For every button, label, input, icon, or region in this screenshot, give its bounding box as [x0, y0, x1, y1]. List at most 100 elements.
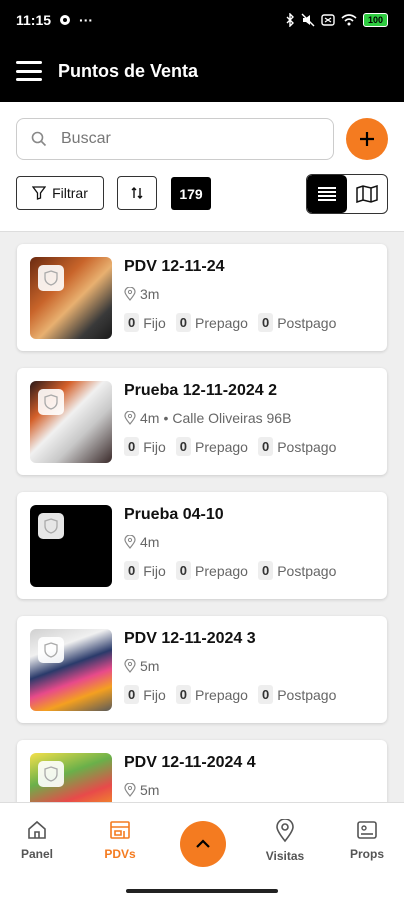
add-pdv-button[interactable] [346, 118, 388, 160]
list-view-button[interactable] [307, 175, 347, 213]
filter-button[interactable]: Filtrar [16, 176, 104, 210]
pdv-photo [30, 505, 112, 587]
pdv-list: PDV 12-11-24 3m 0 Fijo 0 Prepago 0 Postpago… [0, 232, 404, 802]
postpago-label: Postpago [277, 686, 337, 703]
nav-pdvs[interactable]: PDVs [85, 819, 155, 861]
postpago-label: Postpago [277, 562, 337, 579]
sort-icon [131, 187, 143, 199]
map-view-button[interactable] [347, 175, 387, 213]
postpago-count: 0 [257, 685, 274, 704]
nav-panel[interactable]: Panel [2, 819, 72, 861]
props-icon [357, 821, 377, 839]
nav-props-label: Props [349, 847, 384, 861]
search-box[interactable] [16, 118, 334, 160]
pdv-meta: 3m [124, 286, 159, 302]
prepago-count: 0 [175, 561, 192, 580]
pdv-distance: 4m [140, 534, 160, 550]
fijo-count: 0 [124, 561, 140, 580]
menu-icon[interactable] [16, 61, 42, 81]
fijo-count: 0 [124, 685, 140, 704]
bluetooth-icon [286, 13, 294, 27]
nav-pdvs-label: PDVs [104, 847, 136, 861]
pdv-distance: 5m [140, 782, 160, 798]
search-input[interactable] [61, 130, 301, 148]
pdv-card[interactable]: Prueba 04-10 4m 0 Fijo 0 Prepago 0 Postpago [17, 492, 387, 599]
filter-label: Filtrar [52, 185, 88, 201]
store-icon [110, 821, 130, 839]
home-indicator [126, 889, 278, 893]
fijo-label: Fijo [143, 438, 166, 455]
pdv-meta: 5m [124, 782, 159, 798]
search-icon [31, 131, 47, 147]
pdv-card[interactable]: Prueba 12-11-2024 2 4m • Calle Oliveiras… [17, 368, 387, 475]
page-title: Puntos de Venta [58, 60, 199, 81]
pdv-stats: 0 Fijo 0 Prepago 0 Postpago [124, 313, 336, 332]
shield-icon [38, 637, 64, 663]
fijo-label: Fijo [143, 562, 166, 579]
nav-props[interactable]: Props [332, 819, 402, 861]
pdv-stats: 0 Fijo 0 Prepago 0 Postpago [124, 685, 336, 704]
pdv-photo [30, 629, 112, 711]
pdv-card[interactable]: PDV 12-11-2024 4 5m [17, 740, 387, 802]
pdv-card[interactable]: PDV 12-11-2024 3 5m 0 Fijo 0 Prepago 0 Post… [17, 616, 387, 723]
pdv-distance: 4m [140, 410, 160, 426]
prepago-label: Prepago [195, 562, 248, 579]
nav-visitas[interactable]: Visitas [250, 819, 320, 863]
fijo-count: 0 [124, 437, 140, 456]
pdv-meta: 4m • Calle Oliveiras 96B [124, 410, 291, 426]
bottom-navigation: Panel PDVs Visitas Props [0, 802, 404, 900]
fijo-label: Fijo [143, 314, 166, 331]
pdv-meta: 5m [124, 658, 159, 674]
battery-icon: 100 [362, 13, 388, 27]
nav-panel-label: Panel [20, 847, 53, 861]
pdv-title: PDV 12-11-2024 3 [124, 630, 256, 647]
pdv-title: Prueba 04-10 [124, 506, 224, 523]
plus-icon [360, 132, 374, 146]
app-header: Puntos de Venta [0, 40, 404, 102]
more-notifications-icon: ··· [79, 12, 94, 28]
wifi-icon [341, 14, 357, 26]
pdv-photo [30, 257, 112, 339]
chevron-up-icon [196, 839, 210, 848]
results-count-badge: 179 [171, 177, 211, 210]
pdv-title: PDV 12-11-2024 4 [124, 754, 256, 771]
pdv-stats: 0 Fijo 0 Prepago 0 Postpago [124, 437, 336, 456]
pdv-photo [30, 753, 112, 802]
postpago-label: Postpago [277, 314, 337, 331]
pdv-stats: 0 Fijo 0 Prepago 0 Postpago [124, 561, 336, 580]
nav-visitas-label: Visitas [265, 849, 305, 863]
expand-menu-button[interactable] [180, 821, 226, 867]
prepago-label: Prepago [195, 438, 248, 455]
map-icon [356, 185, 378, 203]
fijo-count: 0 [124, 313, 140, 332]
toolbar: Filtrar 179 [0, 102, 404, 232]
pdv-title: PDV 12-11-24 [124, 258, 225, 275]
prepago-count: 0 [175, 313, 192, 332]
meta-separator: • [163, 410, 169, 426]
sim-icon [321, 14, 335, 26]
location-pin-icon [124, 287, 136, 301]
prepago-count: 0 [175, 685, 192, 704]
fijo-label: Fijo [143, 686, 166, 703]
location-pin-icon [124, 535, 136, 549]
list-icon [318, 187, 336, 201]
shield-icon [38, 761, 64, 787]
prepago-label: Prepago [195, 686, 248, 703]
status-time: 11:15 [16, 12, 52, 28]
prepago-label: Prepago [195, 314, 248, 331]
location-pin-icon [124, 411, 136, 425]
postpago-count: 0 [257, 313, 274, 332]
location-pin-icon [124, 783, 136, 797]
pdv-address: Calle Oliveiras 96B [172, 410, 292, 426]
home-icon [28, 820, 46, 839]
sort-button[interactable] [117, 176, 157, 210]
view-toggle [306, 174, 388, 214]
prepago-count: 0 [175, 437, 192, 456]
pdv-title: Prueba 12-11-2024 2 [124, 382, 277, 399]
postpago-label: Postpago [277, 438, 337, 455]
shield-icon [38, 265, 64, 291]
mute-icon [301, 13, 315, 27]
pdv-card[interactable]: PDV 12-11-24 3m 0 Fijo 0 Prepago 0 Postpago [17, 244, 387, 351]
shield-icon [38, 389, 64, 415]
pdv-meta: 4m [124, 534, 159, 550]
